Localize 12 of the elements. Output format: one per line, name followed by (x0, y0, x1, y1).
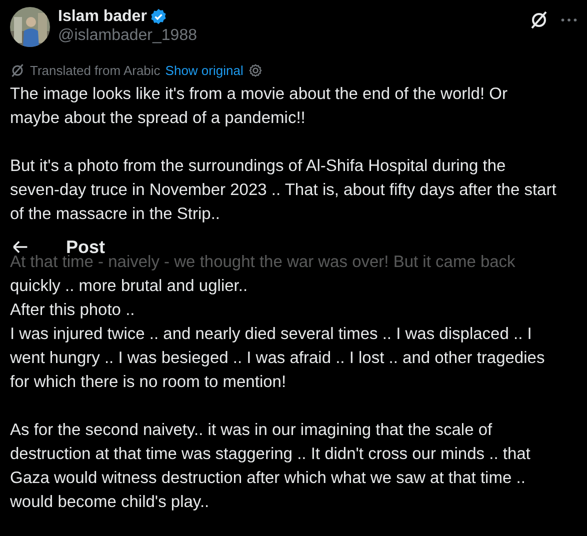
post-paragraph: But it's a photo from the surroundings of Al-Shifa Hospital during the seven-day truce in November 2023 .. That is, about fifty days after the start of the massacre in the Strip.. (10, 156, 558, 225)
back-arrow-icon[interactable] (11, 238, 29, 256)
show-original-link[interactable]: Show original (165, 63, 244, 78)
author-name[interactable]: Islam bader (58, 7, 147, 26)
translation-note: Translated from Arabic (30, 63, 160, 78)
post-paragraph: As for the second naivety.. it was in our imagining that the scale of destruction at that time was staggering .. It didn't cross our minds .. that Gaza would witness destruction after which what we saw at that time .. would become child's play.. (10, 420, 532, 513)
post-paragraph: The image looks like it's from a movie about the end of the world! Or maybe about the spread of a pandemic!! (10, 84, 508, 129)
more-icon[interactable] (561, 18, 577, 22)
slashed-circle-icon[interactable] (529, 10, 549, 30)
settings-icon[interactable] (248, 63, 264, 78)
slashed-circle-icon (10, 63, 25, 78)
author-handle[interactable]: @islambader_1988 (58, 26, 197, 46)
